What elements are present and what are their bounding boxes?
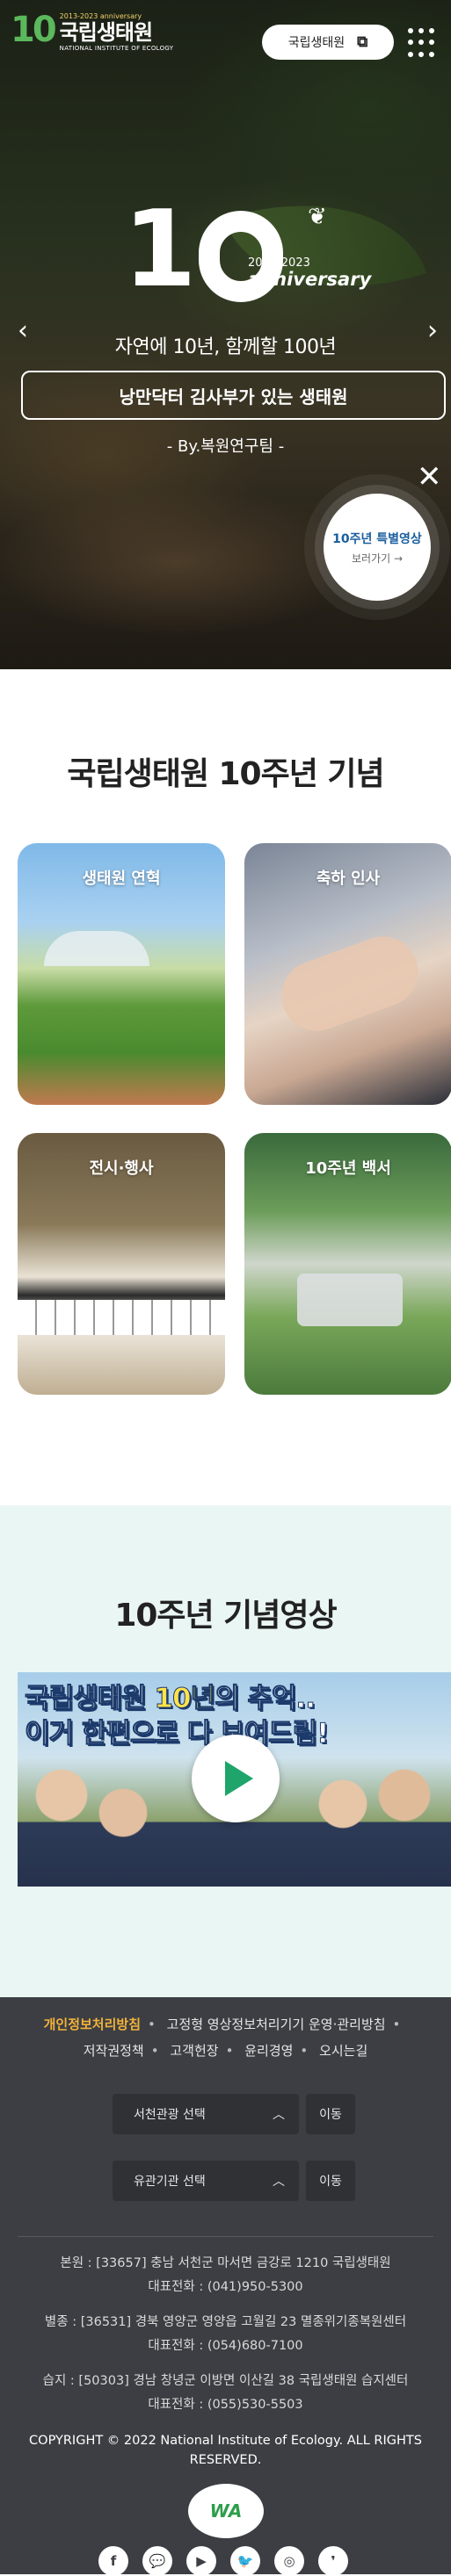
- footer-link-cctv[interactable]: 고정형 영상정보처리기기 운영·관리방침: [167, 2017, 386, 2032]
- card-greetings[interactable]: 축하 인사: [244, 843, 451, 1105]
- agency-select-row: 유관기관 선택 ︿ 이동: [113, 2161, 355, 2201]
- chevron-up-icon: ︿: [273, 2108, 285, 2122]
- address-main-phone: 대표전화 : (041)950-5300: [148, 2280, 303, 2294]
- address-main-line: 본원 : [33657] 충남 서천군 마서면 금강로 1210 국립생태원: [60, 2256, 391, 2270]
- youtube-icon[interactable]: ▶: [186, 2546, 216, 2576]
- web-accessibility-mark[interactable]: WA: [188, 2484, 264, 2538]
- anniversary-title: 국립생태원 10주년 기념: [67, 756, 384, 792]
- address-wetland-phone: 대표전화 : (055)530-5503: [148, 2398, 303, 2412]
- blog-icon[interactable]: ❜: [318, 2546, 348, 2576]
- site-link-button[interactable]: 국립생태원 ⧉: [262, 25, 394, 60]
- footer-link-directions[interactable]: 오시는길: [319, 2043, 367, 2059]
- social-links: f 💬 ▶ 🐦 ◎ ❜: [98, 2546, 348, 2576]
- card-exhibitions[interactable]: 전시·행사: [18, 1133, 225, 1395]
- footer-link-privacy[interactable]: 개인정보처리방침: [44, 2017, 141, 2032]
- building-decoration: [44, 931, 149, 966]
- video-section: 10주년 기념영상 국립생태원 10년의 추억.. 이거 한편으로 다 보여드림…: [0, 1505, 451, 1997]
- external-link-icon: ⧉: [357, 33, 368, 51]
- address-wetland: 습지 : [50303] 경남 창녕군 이방면 이산길 38 국립생태원 습지센…: [0, 2370, 451, 2417]
- hero-byline: - By.복원연구팀 -: [166, 437, 285, 456]
- chevron-up-icon: ︿: [273, 2175, 285, 2189]
- address-wetland-line: 습지 : [50303] 경남 창녕군 이방면 이산길 38 국립생태원 습지센…: [42, 2374, 409, 2388]
- site-link-label: 국립생태원: [287, 36, 346, 50]
- grid-dots-icon[interactable]: [408, 28, 438, 58]
- card-label: 축하 인사: [316, 869, 381, 888]
- address-endangered-line: 별종 : [36531] 경북 영양군 영양읍 고월길 23 멸종위기종복원센터: [44, 2315, 407, 2329]
- hero-banner: 10 2013-2023 anniversary 국립생태원 NATIONAL …: [0, 0, 451, 669]
- agency-select-label: 유관기관 선택: [134, 2175, 206, 2189]
- talk-icon[interactable]: 💬: [142, 2546, 172, 2576]
- page: 10 2013-2023 anniversary 국립생태원 NATIONAL …: [0, 0, 451, 2576]
- campus-decoration: [297, 1274, 403, 1326]
- anniversary-word: anniversary: [248, 269, 372, 290]
- footer-nav: 개인정보처리방침 • 고정형 영상정보처리기기 운영·관리방침 • 저작권정책 • 고…: [43, 2017, 401, 2059]
- hero-tagline: 자연에 10년, 함께할 100년: [114, 336, 337, 358]
- logo-name: 국립생태원: [59, 20, 153, 45]
- site-logo[interactable]: 10 2013-2023 anniversary 국립생태원 NATIONAL …: [11, 12, 173, 52]
- agency-go-button[interactable]: 이동: [306, 2161, 355, 2201]
- special-video-button[interactable]: 10주년 특별영상 보러가기 →: [324, 494, 431, 601]
- footer-link-ethics[interactable]: 윤리경영: [244, 2043, 293, 2059]
- copyright-text: COPYRIGHT © 2022 National Institute of E…: [29, 2434, 422, 2467]
- card-label: 10주년 백서: [305, 1159, 391, 1178]
- logo-mark: 10: [11, 10, 57, 50]
- sprout-icon: ❦: [308, 204, 327, 230]
- anniversary-section: 국립생태원 10주년 기념 생태원 연혁 축하 인사 전시·행사 10주년 백서: [0, 669, 451, 1505]
- clapping-hands-decoration: [272, 927, 428, 1041]
- tourism-go-button[interactable]: 이동: [306, 2094, 355, 2134]
- footer-link-charter[interactable]: 고객헌장: [170, 2043, 218, 2059]
- anniversary-years: 2013-2023: [248, 256, 310, 270]
- address-endangered: 별종 : [36531] 경북 영양군 영양읍 고월길 23 멸종위기종복원센터…: [0, 2311, 451, 2358]
- footer-link-copyright[interactable]: 저작권정책: [84, 2043, 144, 2059]
- instagram-icon[interactable]: ◎: [274, 2546, 304, 2576]
- address-main: 본원 : [33657] 충남 서천군 마서면 금강로 1210 국립생태원 대…: [0, 2252, 451, 2299]
- card-whitepaper[interactable]: 10주년 백서: [244, 1133, 451, 1395]
- video-section-title: 10주년 기념영상: [114, 1598, 337, 1634]
- special-video-link: 보러가기 →: [351, 552, 404, 565]
- play-icon[interactable]: [192, 1735, 280, 1822]
- piano-keys-decoration: [18, 1300, 225, 1335]
- video-caption-line2: 이거 한편으로 다 보여드림!: [24, 1718, 329, 1750]
- footer-divider: [18, 2236, 433, 2237]
- hero-story-title[interactable]: 낭만닥터 김사부가 있는 생태원: [21, 371, 446, 420]
- tourism-select-row: 서천관광 선택 ︿ 이동: [113, 2094, 355, 2134]
- address-endangered-phone: 대표전화 : (054)680-7100: [148, 2339, 303, 2353]
- tourism-select[interactable]: 서천관광 선택 ︿: [113, 2094, 299, 2134]
- logo-anniversary: 2013-2023 anniversary: [59, 12, 142, 20]
- card-label: 전시·행사: [89, 1159, 154, 1178]
- close-icon[interactable]: ✕: [417, 462, 442, 492]
- logo-english-name: NATIONAL INSTITUTE OF ECOLOGY: [59, 45, 174, 52]
- video-thumbnail[interactable]: 국립생태원 10년의 추억.. 이거 한편으로 다 보여드림!: [18, 1672, 451, 1887]
- agency-select[interactable]: 유관기관 선택 ︿: [113, 2161, 299, 2201]
- special-video-title: 10주년 특별영상: [332, 531, 422, 546]
- tourism-select-label: 서천관광 선택: [134, 2108, 206, 2122]
- logo-text: 2013-2023 anniversary 국립생태원 NATIONAL INS…: [60, 12, 174, 52]
- facebook-icon[interactable]: f: [98, 2546, 128, 2576]
- site-footer: 개인정보처리방침 • 고정형 영상정보처리기기 운영·관리방침 • 저작권정책 • 고…: [0, 1997, 451, 2576]
- twitter-icon[interactable]: 🐦: [230, 2546, 260, 2576]
- video-caption-line1: 국립생태원 10년의 추억..: [24, 1683, 316, 1715]
- card-label: 생태원 연혁: [82, 869, 161, 888]
- card-history[interactable]: 생태원 연혁: [18, 843, 225, 1105]
